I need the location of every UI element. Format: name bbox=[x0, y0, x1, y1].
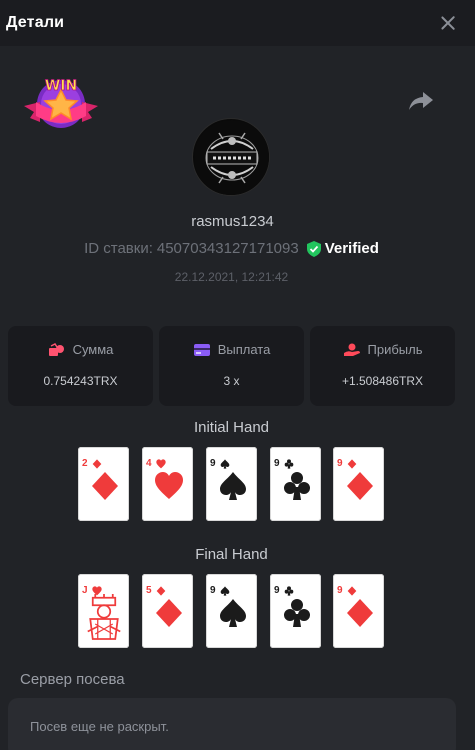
bet-id-value: 45070343127171093 bbox=[156, 240, 299, 257]
stat-value: +1.508486TRX bbox=[341, 374, 424, 388]
spade-suit-icon bbox=[220, 472, 246, 500]
stat-card-amount: Сумма 0.754243TRX bbox=[8, 326, 153, 406]
diamond-suit-icon bbox=[92, 459, 102, 469]
avatar bbox=[192, 118, 270, 196]
diamond-suit-icon bbox=[347, 459, 357, 469]
playing-card: 9 bbox=[270, 574, 321, 648]
playing-card: J bbox=[78, 574, 129, 648]
diamond-suit-icon bbox=[347, 599, 373, 627]
heart-suit-icon bbox=[156, 459, 166, 469]
playing-card: 9 bbox=[333, 574, 384, 648]
verified-label: Verified bbox=[324, 240, 379, 257]
playing-card: 9 bbox=[206, 574, 257, 648]
playing-card: 9 bbox=[333, 447, 384, 521]
card-rank: 9 bbox=[210, 458, 216, 469]
card-rank: 9 bbox=[274, 585, 280, 596]
share-arrow-icon[interactable] bbox=[408, 90, 434, 112]
username: rasmus1234 bbox=[191, 213, 274, 230]
stat-label: Прибыль bbox=[367, 342, 423, 357]
card-rank: 9 bbox=[210, 585, 216, 596]
diamond-suit-icon bbox=[347, 586, 357, 596]
verified-shield-icon bbox=[306, 240, 321, 257]
diamond-suit-icon bbox=[92, 472, 118, 500]
stat-value: 3 x bbox=[223, 374, 240, 388]
diamond-suit-icon bbox=[347, 472, 373, 500]
diamond-suit-icon bbox=[156, 599, 182, 627]
club-suit-icon bbox=[284, 459, 294, 469]
card-rank: 4 bbox=[146, 458, 152, 469]
spade-suit-icon bbox=[220, 586, 230, 596]
bet-id-label: ID ставки: bbox=[84, 240, 153, 257]
modal-title: Детали bbox=[6, 14, 65, 31]
coins-icon bbox=[48, 342, 64, 356]
verified-badge: Verified bbox=[306, 240, 379, 257]
win-star-badge-icon: WIN bbox=[24, 78, 98, 128]
server-seed-field[interactable]: Посев еще не раскрыт. bbox=[8, 698, 456, 750]
club-suit-icon bbox=[284, 586, 294, 596]
card-rank: 9 bbox=[274, 458, 280, 469]
bet-timestamp: 22.12.2021, 12:21:42 bbox=[174, 270, 289, 284]
card-rank: 2 bbox=[82, 458, 88, 469]
club-suit-icon bbox=[284, 599, 310, 627]
stat-label: Выплата bbox=[217, 342, 271, 357]
club-suit-icon bbox=[284, 472, 310, 500]
jack-face-art bbox=[87, 594, 121, 640]
hand-coin-icon bbox=[343, 343, 360, 356]
bet-id-row: ID ставки: 45070343127171093 Verified bbox=[0, 240, 463, 257]
stat-card-profit: Прибыль +1.508486TRX bbox=[310, 326, 455, 406]
heart-suit-icon bbox=[155, 472, 183, 499]
server-seed-value: Посев еще не раскрыт. bbox=[30, 719, 169, 734]
stat-card-payout: Выплата 3 x bbox=[159, 326, 304, 406]
avatar-logo bbox=[194, 120, 269, 195]
playing-card: 9 bbox=[270, 447, 321, 521]
card-rank: 9 bbox=[337, 458, 343, 469]
modal-header: Детали bbox=[0, 0, 475, 46]
diamond-suit-icon bbox=[156, 586, 166, 596]
playing-card: 4 bbox=[142, 447, 193, 521]
spade-suit-icon bbox=[220, 599, 246, 627]
stat-label: Сумма bbox=[72, 342, 114, 357]
wallet-icon bbox=[193, 343, 210, 356]
playing-card: 5 bbox=[142, 574, 193, 648]
close-icon[interactable] bbox=[439, 14, 457, 32]
final-hand-title: Final Hand bbox=[195, 546, 268, 563]
server-seed-title: Сервер посева bbox=[20, 671, 125, 688]
playing-card: 2 bbox=[78, 447, 129, 521]
spade-suit-icon bbox=[220, 459, 230, 469]
playing-card: 9 bbox=[206, 447, 257, 521]
initial-hand-title: Initial Hand bbox=[193, 419, 270, 436]
card-rank: 5 bbox=[146, 585, 152, 596]
stat-value: 0.754243TRX bbox=[43, 374, 118, 388]
card-rank: 9 bbox=[337, 585, 343, 596]
win-badge-text: WIN bbox=[45, 78, 77, 94]
